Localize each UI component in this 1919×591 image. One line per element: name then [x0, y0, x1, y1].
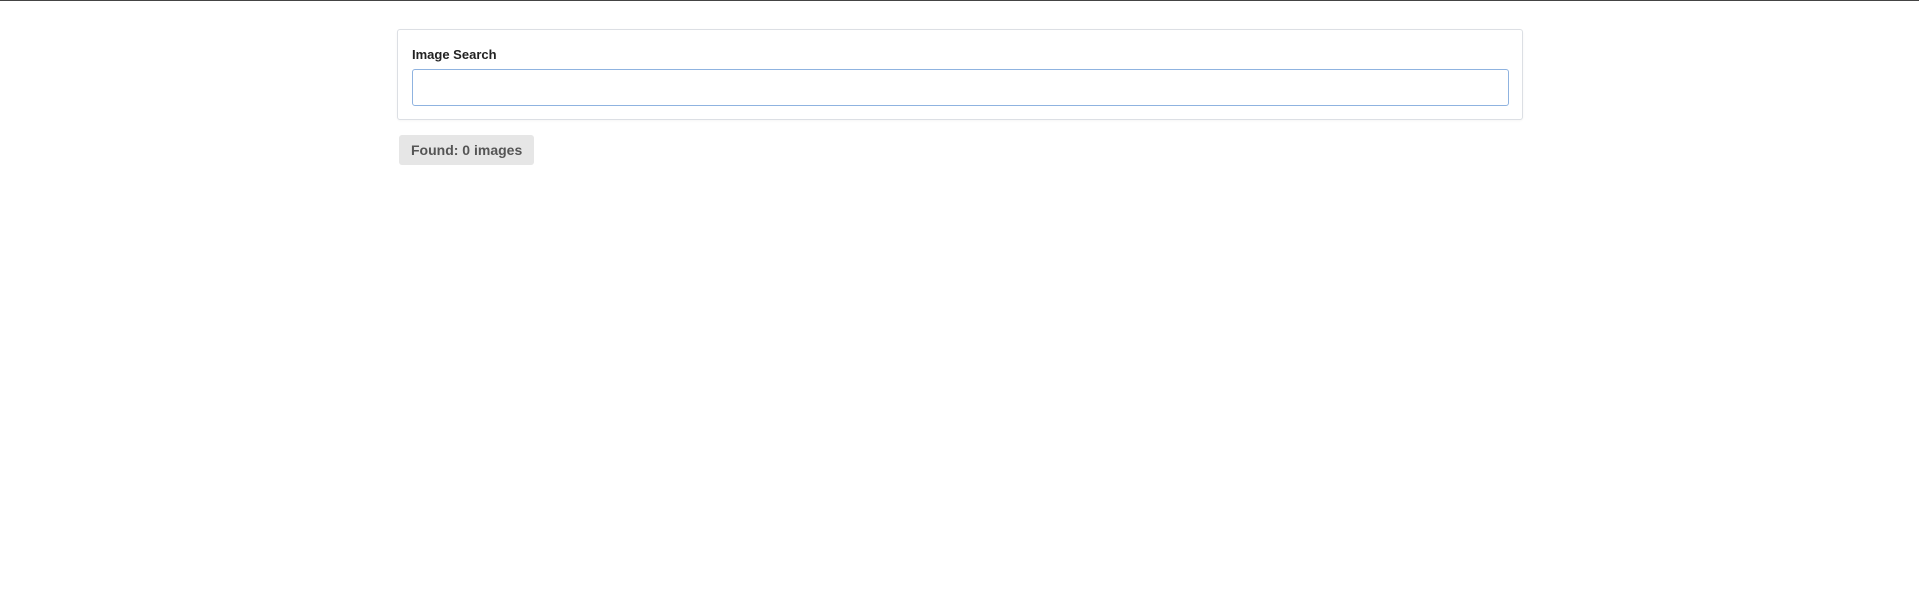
image-search-panel: Image Search — [397, 29, 1523, 120]
top-divider — [0, 0, 1919, 1]
image-search-label: Image Search — [412, 47, 497, 62]
image-search-input[interactable] — [412, 69, 1509, 106]
results-count-badge: Found: 0 images — [399, 135, 535, 165]
